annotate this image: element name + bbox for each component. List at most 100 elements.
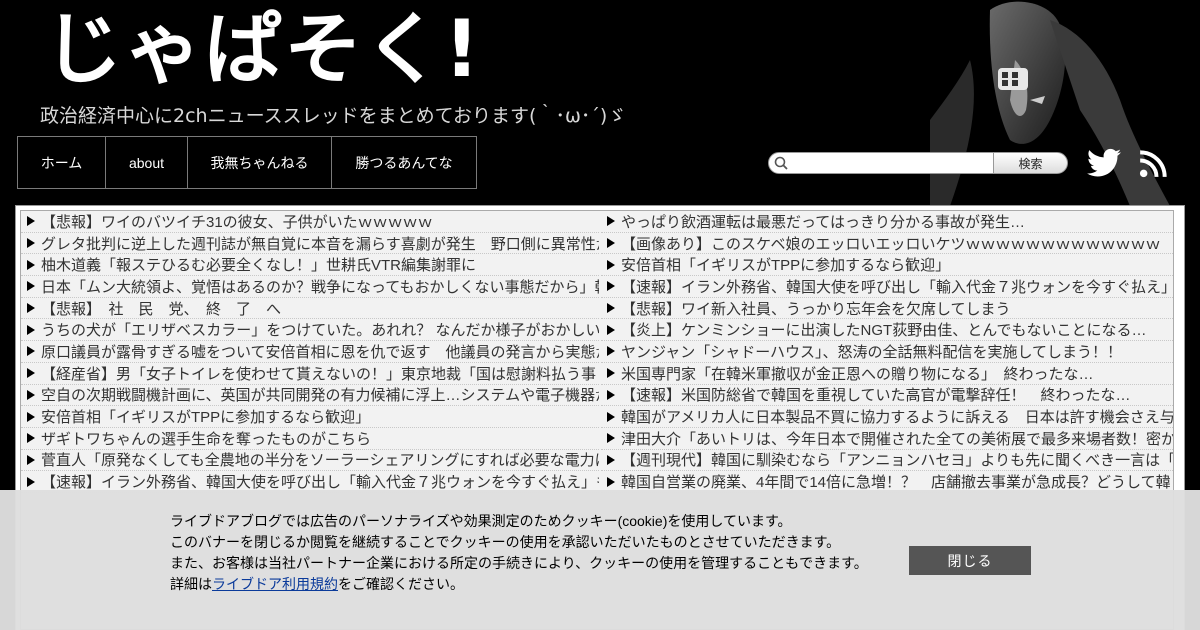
- triangle-right-icon: [607, 433, 615, 444]
- triangle-right-icon: [607, 346, 615, 357]
- article-link[interactable]: 【悲報】ワイ新入社員、うっかり忘年会を欠席してしまう: [621, 298, 1011, 319]
- link-row[interactable]: 【速報】イラン外務省、韓国大使を呼び出し「輸入代金７兆ウォンを今すぐ払え」: [601, 276, 1173, 298]
- article-link[interactable]: グレタ批判に逆上した週刊誌が無自覚に本音を漏らす喜劇が発生 野口側に異常性が: [41, 233, 599, 254]
- article-link[interactable]: 空自の次期戦闘機計画に、英国が共同開発の有力候補に浮上…システムや電子機器が: [41, 385, 599, 406]
- triangle-right-icon: [27, 411, 35, 422]
- article-link[interactable]: 安倍首相「イギリスがTPPに参加するなら歓迎」: [621, 254, 950, 275]
- link-row[interactable]: うちの犬が「エリザベスカラー」をつけていた。あれれ？ なんだか様子がおかしい: [21, 319, 599, 342]
- nav-item-home[interactable]: ホーム: [18, 137, 106, 188]
- link-row[interactable]: 原口議員が露骨すぎる嘘をついて安倍首相に恩を仇で返す 他議員の発言から実態が: [21, 341, 599, 363]
- triangle-right-icon: [27, 433, 35, 444]
- link-row[interactable]: 米国専門家「在韓米軍撤収が金正恩への贈り物になる」 終わったな…: [601, 363, 1173, 385]
- terms-link[interactable]: ライブドア利用規約: [212, 576, 338, 592]
- link-row[interactable]: 【画像あり】このスケベ娘のエッロいエッロいケツｗｗｗｗｗｗｗｗｗｗｗｗｗ: [601, 233, 1173, 255]
- cookie-close-button[interactable]: 閉じる: [909, 546, 1031, 575]
- link-column-right: やっぱり飲酒運転は最悪だってはっきり分かる事故が発生… 【画像あり】このスケベ娘の…: [601, 211, 1173, 493]
- link-row[interactable]: 日本「ムン大統領よ、覚悟はあるのか？戦争になってもおかしくない事態だから」韓: [21, 276, 599, 298]
- article-link[interactable]: 【悲報】ワイのバツイチ31の彼女、子供がいたｗｗｗｗｗ: [41, 211, 433, 232]
- search-input[interactable]: [768, 152, 994, 174]
- triangle-right-icon: [607, 389, 615, 400]
- article-link[interactable]: 菅直人「原発なくしても全農地の半分をソーラーシェアリングにすれば必要な電力は: [41, 450, 599, 471]
- link-row[interactable]: 津田大介「あいトリは、今年日本で開催された全ての美術展で最多来場者数！密か: [601, 428, 1173, 450]
- triangle-right-icon: [607, 281, 615, 292]
- triangle-right-icon: [607, 259, 615, 270]
- article-link[interactable]: 津田大介「あいトリは、今年日本で開催された全ての美術展で最多来場者数！密か: [621, 428, 1173, 449]
- article-link[interactable]: 原口議員が露骨すぎる嘘をついて安倍首相に恩を仇で返す 他議員の発言から実態が: [41, 341, 599, 362]
- cookie-text: ライブドアブログでは広告のパーソナライズや効果測定のためクッキー(cookie)…: [170, 511, 868, 595]
- link-row[interactable]: ヤンジャン「シャドーハウス」、怒涛の全話無料配信を実施してしまう！！: [601, 341, 1173, 363]
- link-row[interactable]: 柚木道義「報ステひるむ必要全くなし！」世耕氏VTR編集謝罪に: [21, 254, 599, 277]
- cookie-prefix: 詳細は: [170, 576, 212, 592]
- triangle-right-icon: [27, 476, 35, 487]
- nav-item-katsuru-antenna[interactable]: 勝つるあんてな: [332, 137, 476, 188]
- article-link[interactable]: 【週刊現代】韓国に馴染むなら「アンニョンハセヨ」よりも先に聞くべき一言は「: [621, 450, 1173, 471]
- link-row[interactable]: やっぱり飲酒運転は最悪だってはっきり分かる事故が発生…: [601, 211, 1173, 233]
- triangle-right-icon: [27, 238, 35, 249]
- link-row[interactable]: 【悲報】ワイ新入社員、うっかり忘年会を欠席してしまう: [601, 298, 1173, 320]
- triangle-right-icon: [607, 454, 615, 465]
- link-row[interactable]: 【悲報】 社 民 党、 終 了 へ: [21, 298, 599, 320]
- link-row[interactable]: 安倍首相「イギリスがTPPに参加するなら歓迎」: [21, 406, 599, 428]
- triangle-right-icon: [27, 259, 35, 270]
- triangle-right-icon: [27, 368, 35, 379]
- triangle-right-icon: [607, 411, 615, 422]
- triangle-right-icon: [27, 454, 35, 465]
- article-link[interactable]: 柚木道義「報ステひるむ必要全くなし！」世耕氏VTR編集謝罪に: [41, 254, 476, 275]
- triangle-right-icon: [607, 238, 615, 249]
- article-link[interactable]: 韓国自営業の廃業、4年間で14倍に急増！？ 店舗撤去事業が急成長？どうして韓: [621, 471, 1171, 492]
- article-link[interactable]: 【速報】米国防総省で韓国を重視していた高官が電撃辞任！ 終わったな…: [621, 385, 1131, 406]
- cookie-line: 詳細はライブドア利用規約をご確認ください。: [170, 574, 868, 595]
- nav-item-ganchannel[interactable]: 我無ちゃんねる: [188, 137, 332, 188]
- site-tagline: 政治経済中心に2chニューススレッドをまとめております(｀･ω･´)ゞ: [40, 105, 627, 127]
- link-row[interactable]: 空自の次期戦闘機計画に、英国が共同開発の有力候補に浮上…システムや電子機器が: [21, 385, 599, 407]
- rss-icon[interactable]: [1139, 150, 1167, 178]
- cookie-suffix: をご確認ください。: [338, 576, 464, 592]
- triangle-right-icon: [607, 216, 615, 227]
- triangle-right-icon: [27, 346, 35, 357]
- article-link[interactable]: ヤンジャン「シャドーハウス」、怒涛の全話無料配信を実施してしまう！！: [621, 341, 1122, 362]
- link-row[interactable]: ザギトワちゃんの選手生命を奪ったものがこちら: [21, 428, 599, 450]
- link-row[interactable]: 韓国がアメリカ人に日本製品不買に協力するように訴える 日本は許す機会さえ与: [601, 406, 1173, 428]
- link-column-left: 【悲報】ワイのバツイチ31の彼女、子供がいたｗｗｗｗｗ グレタ批判に逆上した週刊誌…: [21, 211, 599, 493]
- cookie-line: このバナーを閉じるか閲覧を継続することでクッキーの使用を承認いただいたものとさせ…: [170, 534, 841, 550]
- article-link[interactable]: 【速報】イラン外務省、韓国大使を呼び出し「輸入代金７兆ウォンを今すぐ払え」も: [41, 471, 599, 492]
- article-link[interactable]: 韓国がアメリカ人に日本製品不買に協力するように訴える 日本は許す機会さえ与: [621, 406, 1173, 427]
- main-nav: ホーム about 我無ちゃんねる 勝つるあんてな: [17, 136, 477, 189]
- link-row[interactable]: 【悲報】ワイのバツイチ31の彼女、子供がいたｗｗｗｗｗ: [21, 211, 599, 233]
- triangle-right-icon: [607, 368, 615, 379]
- link-row[interactable]: 【速報】米国防総省で韓国を重視していた高官が電撃辞任！ 終わったな…: [601, 385, 1173, 407]
- cookie-banner: ライブドアブログでは広告のパーソナライズや効果測定のためクッキー(cookie)…: [0, 490, 1200, 630]
- triangle-right-icon: [607, 476, 615, 487]
- article-link[interactable]: やっぱり飲酒運転は最悪だってはっきり分かる事故が発生…: [621, 211, 1025, 232]
- nav-item-about[interactable]: about: [106, 137, 188, 188]
- article-link[interactable]: 安倍首相「イギリスがTPPに参加するなら歓迎」: [41, 406, 370, 427]
- cookie-line: ライブドアブログでは広告のパーソナライズや効果測定のためクッキー(cookie)…: [170, 513, 792, 529]
- link-row[interactable]: 【炎上】ケンミンショーに出演したNGT荻野由佳、とんでもないことになる…: [601, 319, 1173, 342]
- triangle-right-icon: [27, 389, 35, 400]
- article-link[interactable]: 日本「ムン大統領よ、覚悟はあるのか？戦争になってもおかしくない事態だから」韓: [41, 276, 599, 297]
- link-row[interactable]: 菅直人「原発なくしても全農地の半分をソーラーシェアリングにすれば必要な電力は: [21, 450, 599, 472]
- link-row[interactable]: 【経産省】男「女子トイレを使わせて貰えないの！」東京地裁「国は慰謝料払う事: [21, 363, 599, 385]
- article-link[interactable]: ザギトワちゃんの選手生命を奪ったものがこちら: [41, 428, 371, 449]
- article-link[interactable]: 【速報】イラン外務省、韓国大使を呼び出し「輸入代金７兆ウォンを今すぐ払え」: [621, 276, 1173, 297]
- triangle-right-icon: [27, 216, 35, 227]
- site-logo[interactable]: じゃぱそく!: [44, 0, 482, 100]
- article-link[interactable]: 【悲報】 社 民 党、 終 了 へ: [41, 298, 281, 319]
- search-icon: [774, 156, 788, 170]
- article-link[interactable]: 米国専門家「在韓米軍撤収が金正恩への贈り物になる」 終わったな…: [621, 363, 1094, 384]
- twitter-icon[interactable]: [1087, 148, 1121, 178]
- cookie-line: また、お客様は当社パートナー企業における所定の手続きにより、クッキーの使用を管理…: [170, 555, 868, 571]
- triangle-right-icon: [27, 303, 35, 314]
- triangle-right-icon: [27, 324, 35, 335]
- triangle-right-icon: [607, 324, 615, 335]
- article-link[interactable]: 【画像あり】このスケベ娘のエッロいエッロいケツｗｗｗｗｗｗｗｗｗｗｗｗｗ: [621, 233, 1161, 254]
- triangle-right-icon: [27, 281, 35, 292]
- link-row[interactable]: 【週刊現代】韓国に馴染むなら「アンニョンハセヨ」よりも先に聞くべき一言は「: [601, 450, 1173, 472]
- article-link[interactable]: 【炎上】ケンミンショーに出演したNGT荻野由佳、とんでもないことになる…: [621, 319, 1146, 340]
- link-row[interactable]: 安倍首相「イギリスがTPPに参加するなら歓迎」: [601, 254, 1173, 277]
- link-row[interactable]: グレタ批判に逆上した週刊誌が無自覚に本音を漏らす喜劇が発生 野口側に異常性が: [21, 233, 599, 255]
- search-form: 検索: [768, 152, 1068, 174]
- article-link[interactable]: 【経産省】男「女子トイレを使わせて貰えないの！」東京地裁「国は慰謝料払う事: [41, 363, 596, 384]
- search-button[interactable]: 検索: [993, 152, 1068, 174]
- article-link[interactable]: うちの犬が「エリザベスカラー」をつけていた。あれれ？ なんだか様子がおかしい: [41, 319, 599, 340]
